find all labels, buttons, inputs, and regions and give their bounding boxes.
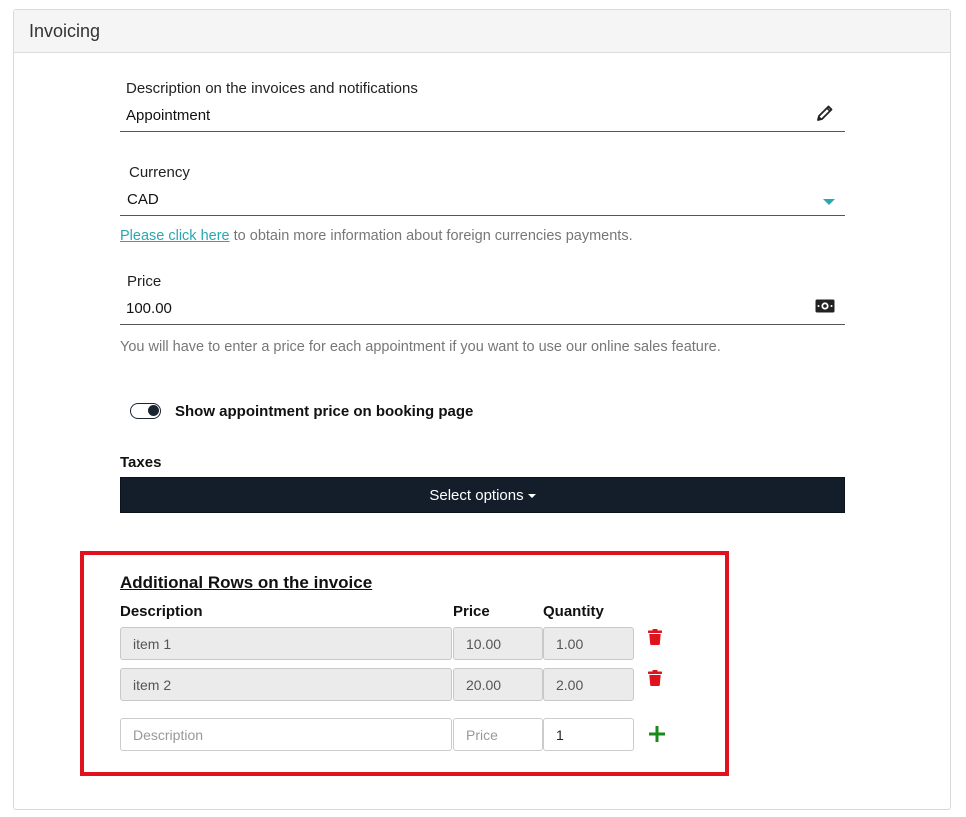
currency-select[interactable]: CAD <box>127 191 159 208</box>
row-description-cell: item 1 <box>120 627 452 660</box>
row-quantity-cell: 2.00 <box>543 668 634 701</box>
caret-down-icon <box>527 494 536 498</box>
currency-help-text: to obtain more information about foreign… <box>229 228 633 244</box>
delete-row-trash-icon[interactable] <box>648 670 662 686</box>
new-row-price-input[interactable]: Price <box>453 718 543 751</box>
row-description-cell: item 2 <box>120 668 452 701</box>
price-input[interactable]: 100.00 <box>126 300 172 317</box>
price-underline <box>120 324 845 325</box>
description-input[interactable]: Appointment <box>126 107 210 124</box>
additional-rows-title: Additional Rows on the invoice <box>120 573 373 592</box>
currency-help: Please click here to obtain more informa… <box>120 228 633 244</box>
taxes-label: Taxes <box>120 454 162 471</box>
show-price-label: Show appointment price on booking page <box>175 403 474 420</box>
pencil-icon[interactable] <box>816 104 834 122</box>
price-help: You will have to enter a price for each … <box>120 339 721 355</box>
add-row-plus-icon[interactable] <box>649 726 665 742</box>
column-header-description: Description <box>120 603 203 620</box>
currency-underline <box>120 215 845 216</box>
description-label: Description on the invoices and notifica… <box>126 80 418 97</box>
new-row-description-input[interactable]: Description <box>120 718 452 751</box>
row-price-cell: 10.00 <box>453 627 543 660</box>
delete-row-trash-icon[interactable] <box>648 629 662 645</box>
row-quantity-cell: 1.00 <box>543 627 634 660</box>
select-options-label: Select options <box>429 486 524 504</box>
description-underline <box>120 131 845 132</box>
caret-down-icon[interactable] <box>823 199 835 205</box>
column-header-quantity: Quantity <box>543 603 604 620</box>
row-price-cell: 20.00 <box>453 668 543 701</box>
currency-help-link[interactable]: Please click here <box>120 228 230 244</box>
panel-title: Invoicing <box>29 20 101 41</box>
taxes-select-options-button[interactable]: Select options <box>120 477 845 513</box>
show-price-toggle[interactable] <box>130 403 161 419</box>
currency-label: Currency <box>129 164 190 181</box>
panel-header: Invoicing <box>14 10 950 53</box>
new-row-quantity-input[interactable]: 1 <box>543 718 634 751</box>
money-icon <box>815 299 835 313</box>
column-header-price: Price <box>453 603 490 620</box>
price-label: Price <box>127 273 162 290</box>
toggle-knob <box>148 405 159 416</box>
